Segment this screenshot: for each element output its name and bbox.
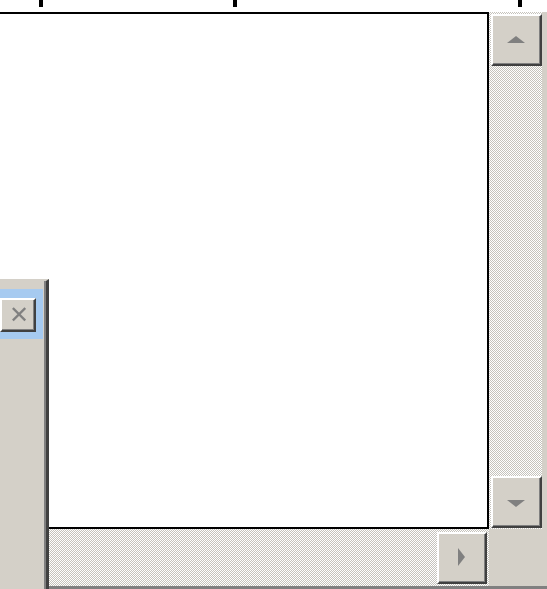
horizontal-scrollbar-track[interactable] (49, 529, 489, 586)
scroll-right-button[interactable] (437, 532, 487, 584)
arrow-down-icon (507, 500, 525, 507)
top-text-strip (0, 0, 547, 12)
arrow-right-icon (458, 548, 465, 566)
cut-text-glyph (518, 0, 522, 7)
vertical-scrollbar-track[interactable] (489, 12, 542, 529)
close-icon: ✕ (8, 301, 30, 329)
scrollbar-corner (489, 529, 547, 586)
close-button[interactable]: ✕ (0, 298, 36, 332)
scroll-up-button[interactable] (491, 14, 542, 66)
scroll-down-button[interactable] (491, 476, 542, 528)
dialog-titlebar[interactable]: ✕ (0, 289, 43, 339)
dialog-window-fragment: ✕ (0, 279, 49, 589)
content-pane[interactable] (0, 12, 489, 529)
cut-text-glyph (39, 0, 43, 7)
arrow-up-icon (507, 36, 525, 43)
cut-text-glyph (233, 0, 237, 7)
